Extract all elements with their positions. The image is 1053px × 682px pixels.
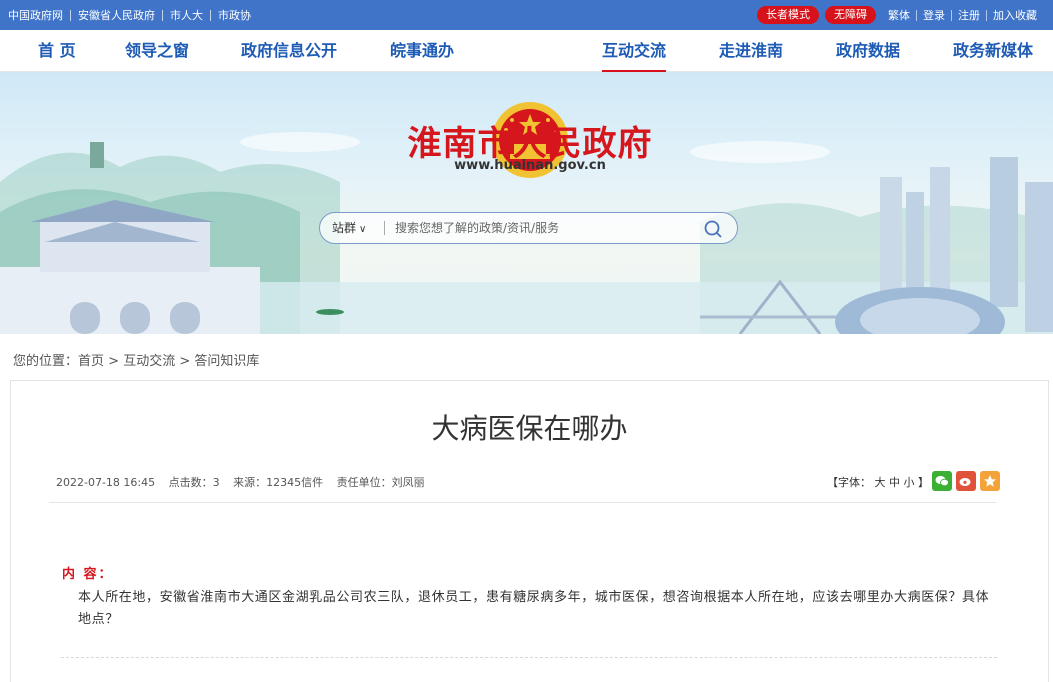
- nav-interaction[interactable]: 互动交流: [602, 30, 667, 72]
- accessibility-button[interactable]: 无障碍: [825, 6, 876, 24]
- divider: [210, 9, 211, 21]
- article-source: 来源：12345信件: [233, 476, 324, 489]
- breadcrumb-home[interactable]: 首页: [78, 354, 104, 369]
- link-city-cppcc[interactable]: 市政协: [218, 7, 251, 23]
- divider: [162, 9, 163, 21]
- divider: [49, 502, 996, 503]
- article-unit: 责任单位：刘凤丽: [336, 476, 425, 489]
- divider: [61, 657, 997, 658]
- weibo-icon[interactable]: [956, 471, 976, 491]
- font-size-label: 【字体：: [827, 476, 871, 489]
- share-buttons: [928, 471, 1000, 491]
- top-utility-bar: 中国政府网 安徽省人民政府 市人大 市政协 长者模式 无障碍 繁体 登录 注册 …: [0, 0, 1053, 30]
- article-date: 2022-07-18 16:45: [56, 476, 156, 489]
- search-scope-dropdown[interactable]: 站群 ∨: [332, 213, 366, 243]
- content-text: 本人所在地，安徽省淮南市大通区金湖乳品公司农三队，退休员工，患有糖尿病多年，城市…: [78, 590, 990, 627]
- divider: [384, 221, 385, 235]
- favorite-icon[interactable]: [980, 471, 1000, 491]
- font-size-control: 【字体： 大 中 小 】: [827, 474, 929, 490]
- breadcrumb-prefix: 您的位置：: [13, 354, 79, 369]
- register-link[interactable]: 注册: [952, 7, 986, 23]
- add-favorite-link[interactable]: 加入收藏: [987, 7, 1043, 23]
- search-input[interactable]: [395, 217, 695, 239]
- site-url: www.huainan.gov.cn: [454, 158, 606, 173]
- nav-new-media[interactable]: 政务新媒体: [953, 30, 1033, 72]
- font-size-large[interactable]: 大: [875, 476, 886, 489]
- external-links: 中国政府网 安徽省人民政府 市人大 市政协: [8, 0, 251, 30]
- divider: [70, 9, 71, 21]
- font-size-medium[interactable]: 中: [889, 476, 900, 489]
- article-title: 大病医保在哪办: [431, 412, 628, 445]
- breadcrumb-interaction[interactable]: 互动交流: [123, 354, 175, 369]
- breadcrumb-separator: >: [179, 354, 191, 369]
- article-meta: 2022-07-18 16:45 点击数：3 来源：12345信件 责任单位：刘…: [56, 474, 435, 490]
- nav-home[interactable]: 首 页: [38, 30, 76, 72]
- top-right-tools: 长者模式 无障碍 繁体 登录 注册 加入收藏: [757, 0, 1043, 30]
- link-anhui-gov[interactable]: 安徽省人民政府: [78, 7, 155, 23]
- article-clicks: 点击数：3: [168, 476, 220, 489]
- nav-leaders[interactable]: 领导之窗: [125, 30, 189, 72]
- search-icon[interactable]: [703, 219, 723, 239]
- chevron-down-icon: ∨: [359, 224, 367, 235]
- breadcrumb: 您的位置：首页 > 互动交流 > 答问知识库: [13, 350, 259, 369]
- header-banner: 淮南市人民政府 www.huainan.gov.cn 站群 ∨: [0, 72, 1053, 334]
- nav-about-huainan[interactable]: 走进淮南: [719, 30, 783, 72]
- breadcrumb-knowledge-base[interactable]: 答问知识库: [194, 354, 259, 369]
- article-panel: 大病医保在哪办 2022-07-18 16:45 点击数：3 来源：12345信…: [10, 380, 1049, 682]
- link-gov-cn[interactable]: 中国政府网: [8, 7, 63, 23]
- traditional-chinese-link[interactable]: 繁体: [882, 7, 916, 23]
- login-link[interactable]: 登录: [917, 7, 951, 23]
- link-city-npc[interactable]: 市人大: [170, 7, 203, 23]
- wechat-icon[interactable]: [932, 471, 952, 491]
- nav-gov-data[interactable]: 政府数据: [836, 30, 900, 72]
- main-nav: 首 页 领导之窗 政府信息公开 皖事通办 互动交流 走进淮南 政府数据 政务新媒…: [0, 30, 1053, 72]
- search-scope-label: 站群: [332, 221, 357, 235]
- site-search: 站群 ∨: [319, 212, 738, 244]
- breadcrumb-separator: >: [108, 354, 120, 369]
- nav-info-disclosure[interactable]: 政府信息公开: [241, 30, 337, 72]
- nav-wanshitong[interactable]: 皖事通办: [390, 30, 454, 72]
- font-size-small[interactable]: 小: [904, 476, 915, 489]
- content-label: 内 容：: [62, 567, 114, 582]
- elder-mode-button[interactable]: 长者模式: [757, 6, 819, 24]
